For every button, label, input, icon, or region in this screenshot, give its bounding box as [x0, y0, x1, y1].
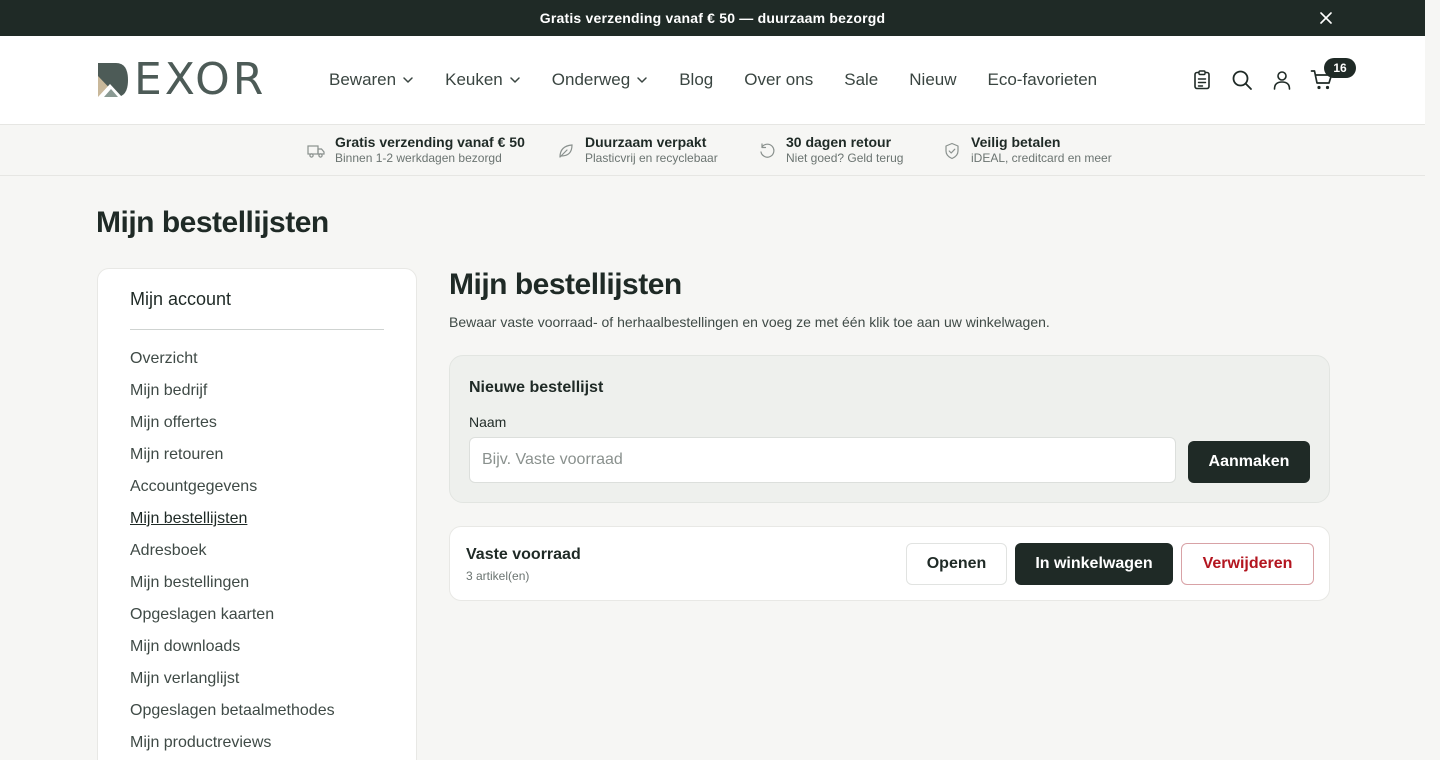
chevron-down-icon	[510, 77, 520, 83]
usp-title: Veilig betalen	[971, 134, 1061, 150]
announcement-text: Gratis verzending vanaf € 50 — duurzaam …	[539, 10, 886, 26]
nav-item-label: Nieuw	[909, 70, 957, 89]
sidebar-item-mijn-bestellijsten[interactable]: Mijn bestellijsten	[130, 507, 335, 539]
cart-count-badge: 16	[1324, 58, 1356, 78]
sidebar-item-mijn-offertes[interactable]: Mijn offertes	[130, 411, 335, 443]
nav-item-eco-favorieten[interactable]: Eco-favorieten	[988, 70, 1098, 90]
nav-item-bewaren[interactable]: Bewaren	[329, 70, 414, 90]
leaf-icon	[559, 144, 573, 158]
main-nav: Bewaren Keuken Onderweg Blog Over ons Sa…	[329, 70, 1128, 90]
chevron-down-icon	[403, 77, 413, 83]
sidebar-item-opgeslagen-betaalmethodes[interactable]: Opgeslagen betaalmethodes	[130, 699, 335, 731]
open-list-button[interactable]: Openen	[906, 543, 1007, 585]
usp-title: Gratis verzending vanaf € 50	[335, 134, 525, 150]
sidebar-menu: Overzicht Mijn bedrijf Mijn offertes Mij…	[130, 347, 335, 760]
usp-title: 30 dagen retour	[786, 134, 892, 150]
header-actions: 16	[1190, 58, 1356, 92]
nav-item-label: Onderweg	[551, 70, 631, 89]
truck-icon	[307, 145, 325, 158]
sidebar-item-mijn-bestellingen[interactable]: Mijn bestellingen	[130, 571, 335, 603]
usp-item: Duurzaam verpakt Plasticvrij en recycleb…	[557, 134, 718, 166]
return-icon	[760, 143, 775, 158]
sidebar-item-mijn-productreviews[interactable]: Mijn productreviews	[130, 731, 335, 760]
scrollbar-gutter	[1425, 0, 1440, 760]
usp-bar: Gratis verzending vanaf € 50 Binnen 1-2 …	[0, 125, 1425, 176]
chevron-down-icon	[637, 77, 647, 83]
close-icon[interactable]	[1317, 9, 1335, 27]
order-list-row: Vaste voorraad 3 artikel(en) Openen In w…	[449, 526, 1330, 601]
usp-subtitle: Niet goed? Geld terug	[786, 151, 904, 165]
shield-check-icon	[945, 142, 959, 160]
sidebar-item-accountgegevens[interactable]: Accountgegevens	[130, 475, 335, 507]
clipboard-icon[interactable]	[1190, 68, 1214, 92]
search-icon[interactable]	[1230, 68, 1254, 92]
logo[interactable]: EXOR	[96, 54, 267, 105]
nav-item-label: Keuken	[445, 70, 503, 89]
account-sidebar: Mijn account Overzicht Mijn bedrijf Mijn…	[97, 268, 417, 760]
cart-icon[interactable]: 16	[1310, 58, 1356, 92]
nav-item-blog[interactable]: Blog	[679, 70, 713, 90]
sidebar-item-mijn-bedrijf[interactable]: Mijn bedrijf	[130, 379, 335, 411]
sidebar-item-adresboek[interactable]: Adresboek	[130, 539, 335, 571]
create-list-button[interactable]: Aanmaken	[1188, 441, 1310, 483]
nav-item-label: Eco-favorieten	[987, 70, 1098, 89]
logo-mark-icon	[98, 63, 128, 97]
sidebar-item-opgeslagen-kaarten[interactable]: Opgeslagen kaarten	[130, 603, 335, 635]
usp-subtitle: Binnen 1-2 werkdagen bezorgd	[335, 151, 502, 165]
site-header: EXOR Bewaren Keuken Onderweg Blog Over o…	[0, 36, 1425, 125]
announcement-bar: Gratis verzending vanaf € 50 — duurzaam …	[0, 0, 1425, 36]
nav-item-label: Bewaren	[329, 70, 397, 89]
list-name: Vaste voorraad	[466, 546, 581, 563]
list-item-count: 3 artikel(en)	[466, 569, 530, 583]
nav-item-keuken[interactable]: Keuken	[445, 70, 521, 90]
sidebar-title: Mijn account	[130, 289, 232, 309]
sidebar-item-overzicht[interactable]: Overzicht	[130, 347, 335, 379]
delete-list-button[interactable]: Verwijderen	[1181, 543, 1314, 585]
nav-item-label: Blog	[679, 70, 714, 89]
page-title: Mijn bestellijsten	[96, 206, 329, 239]
nav-item-sale[interactable]: Sale	[844, 70, 878, 90]
usp-item: Veilig betalen iDEAL, creditcard en meer	[943, 134, 1112, 166]
nav-item-label: Sale	[844, 70, 879, 89]
user-icon[interactable]	[1270, 68, 1294, 92]
add-to-cart-button[interactable]: In winkelwagen	[1015, 543, 1173, 585]
list-name-input[interactable]	[469, 437, 1176, 483]
sidebar-item-mijn-retouren[interactable]: Mijn retouren	[130, 443, 335, 475]
sidebar-item-mijn-verlanglijst[interactable]: Mijn verlanglijst	[130, 667, 335, 699]
usp-subtitle: iDEAL, creditcard en meer	[971, 151, 1112, 165]
new-list-title: Nieuwe bestellijst	[469, 379, 604, 396]
nav-item-label: Over ons	[744, 70, 814, 89]
nav-item-nieuw[interactable]: Nieuw	[909, 70, 956, 90]
nav-item-over-ons[interactable]: Over ons	[744, 70, 813, 90]
divider	[130, 329, 384, 330]
name-label: Naam	[469, 414, 507, 430]
logo-text: EXOR	[134, 54, 267, 105]
section-description: Bewaar vaste voorraad- of herhaalbestell…	[449, 314, 1050, 330]
sidebar-item-mijn-downloads[interactable]: Mijn downloads	[130, 635, 335, 667]
nav-item-onderweg[interactable]: Onderweg	[552, 70, 648, 90]
new-list-card: Nieuwe bestellijst Naam Aanmaken	[449, 355, 1330, 503]
usp-subtitle: Plasticvrij en recyclebaar	[585, 151, 718, 165]
usp-item: Gratis verzending vanaf € 50 Binnen 1-2 …	[307, 134, 525, 166]
section-title: Mijn bestellijsten	[449, 268, 682, 301]
usp-item: 30 dagen retour Niet goed? Geld terug	[758, 134, 903, 166]
usp-title: Duurzaam verpakt	[585, 134, 707, 150]
